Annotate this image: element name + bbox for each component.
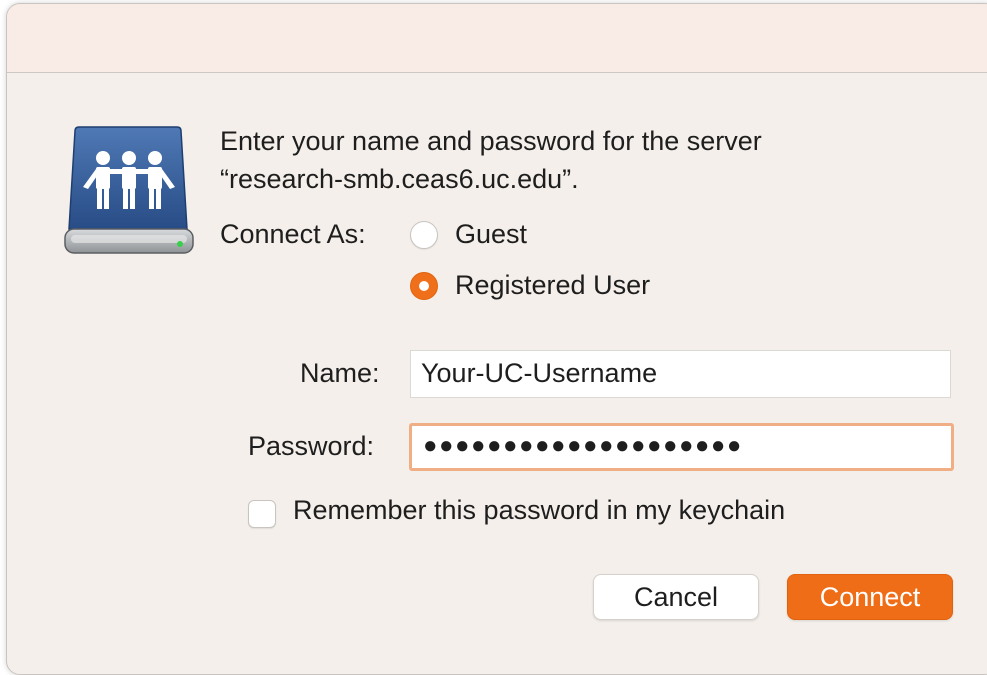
remember-password-checkbox[interactable] [248,500,276,528]
title-bar[interactable] [7,4,987,73]
name-input[interactable]: Your-UC-Username [410,350,951,398]
connect-as-label: Connect As: [220,219,366,249]
registered-user-radio[interactable] [410,272,438,300]
connect-dialog: Enter your name and password for the ser… [6,3,987,675]
shared-server-drive-icon [64,126,194,254]
name-label: Name: [300,358,380,388]
password-label: Password: [248,431,375,461]
server-prompt: Enter your name and password for the ser… [220,122,960,198]
guest-radio-label[interactable]: Guest [455,219,527,250]
connect-button[interactable]: Connect [787,574,953,620]
cancel-button[interactable]: Cancel [593,574,759,620]
remember-password-label[interactable]: Remember this password in my keychain [293,495,785,526]
prompt-line-1: Enter your name and password for the ser… [220,126,762,156]
registered-user-radio-label[interactable]: Registered User [455,270,650,301]
guest-radio[interactable] [410,221,438,249]
password-input[interactable]: ●●●●●●●●●●●●●●●●●●●● [409,423,954,471]
prompt-line-2: “research-smb.ceas6.uc.edu”. [220,164,579,194]
